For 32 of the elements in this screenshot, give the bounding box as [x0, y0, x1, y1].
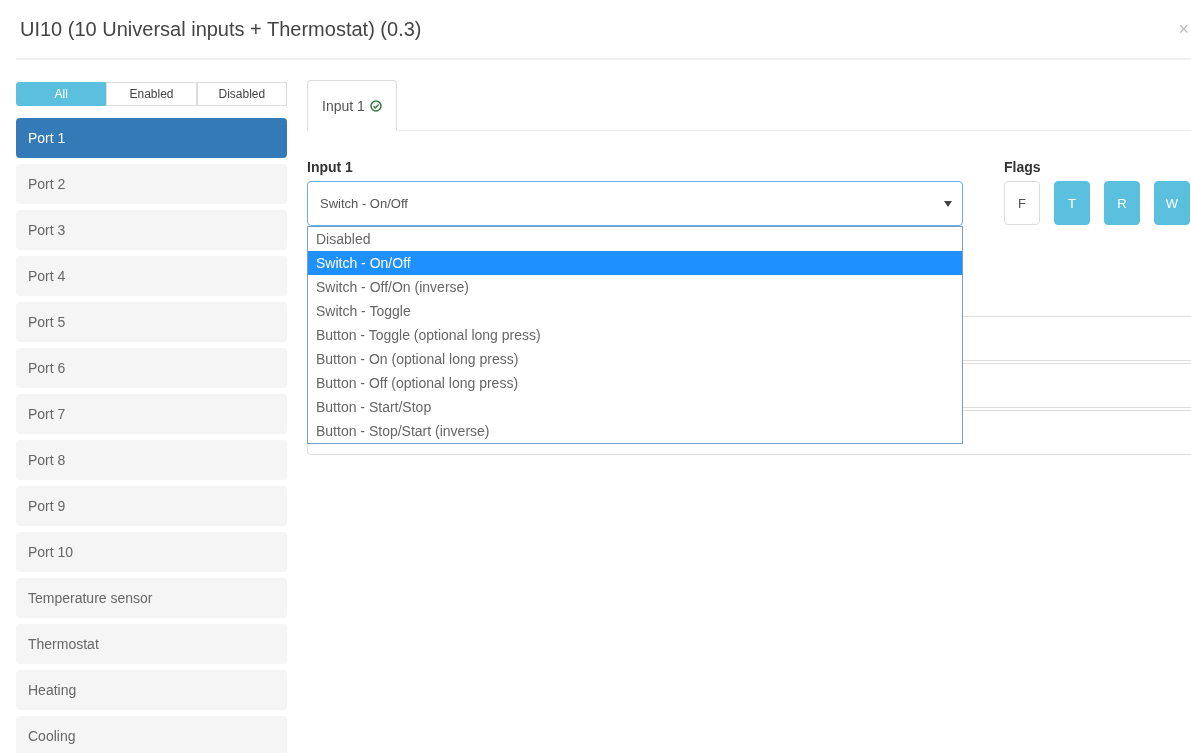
field-label: Flags	[1004, 159, 1042, 175]
port-item[interactable]: Port 3	[16, 210, 287, 250]
dropdown-option[interactable]: Switch - Off/On (inverse)	[308, 275, 962, 299]
dropdown-option[interactable]: Switch - On/Off	[308, 251, 962, 275]
dropdown-option[interactable]: Button - Start/Stop	[308, 395, 962, 419]
mode-select[interactable]: Switch - On/Off	[307, 181, 963, 226]
port-item[interactable]: Port 2	[16, 164, 287, 204]
port-item[interactable]: Port 8	[16, 440, 287, 480]
field-label: Input 1	[307, 159, 354, 175]
port-item[interactable]: Heating	[16, 670, 287, 710]
dropdown-option[interactable]: Button - Toggle (optional long press)	[308, 323, 962, 347]
port-item[interactable]: Thermostat	[16, 624, 287, 664]
port-item[interactable]: Port 6	[16, 348, 287, 388]
caret-icon	[944, 200, 952, 207]
port-item[interactable]: Port 7	[16, 394, 287, 434]
dropdown-option[interactable]: Button - Stop/Start (inverse)	[308, 419, 962, 443]
port-item[interactable]: Cooling	[16, 716, 287, 753]
port-item[interactable]: Port 10	[16, 532, 287, 572]
input-tab[interactable]: Input 1	[307, 80, 397, 131]
filter-button[interactable]: Disabled	[196, 82, 287, 106]
port-item[interactable]: Port 9	[16, 486, 287, 526]
port-item[interactable]: Port 4	[16, 256, 287, 296]
port-item[interactable]: Port 1	[16, 118, 287, 158]
flag-button[interactable]: F	[1004, 181, 1040, 225]
port-item[interactable]: Port 5	[16, 302, 287, 342]
dropdown-option[interactable]: Button - Off (optional long press)	[308, 371, 962, 395]
filter-button[interactable]: Enabled	[106, 82, 197, 106]
dropdown-option[interactable]: Disabled	[308, 227, 962, 251]
port-item[interactable]: Temperature sensor	[16, 578, 287, 618]
dialog-title: UI10 (10 Universal inputs + Thermostat) (0.3)	[20, 17, 422, 41]
dropdown-option[interactable]: Button - On (optional long press)	[308, 347, 962, 371]
dropdown-option[interactable]: Switch - Toggle	[308, 299, 962, 323]
